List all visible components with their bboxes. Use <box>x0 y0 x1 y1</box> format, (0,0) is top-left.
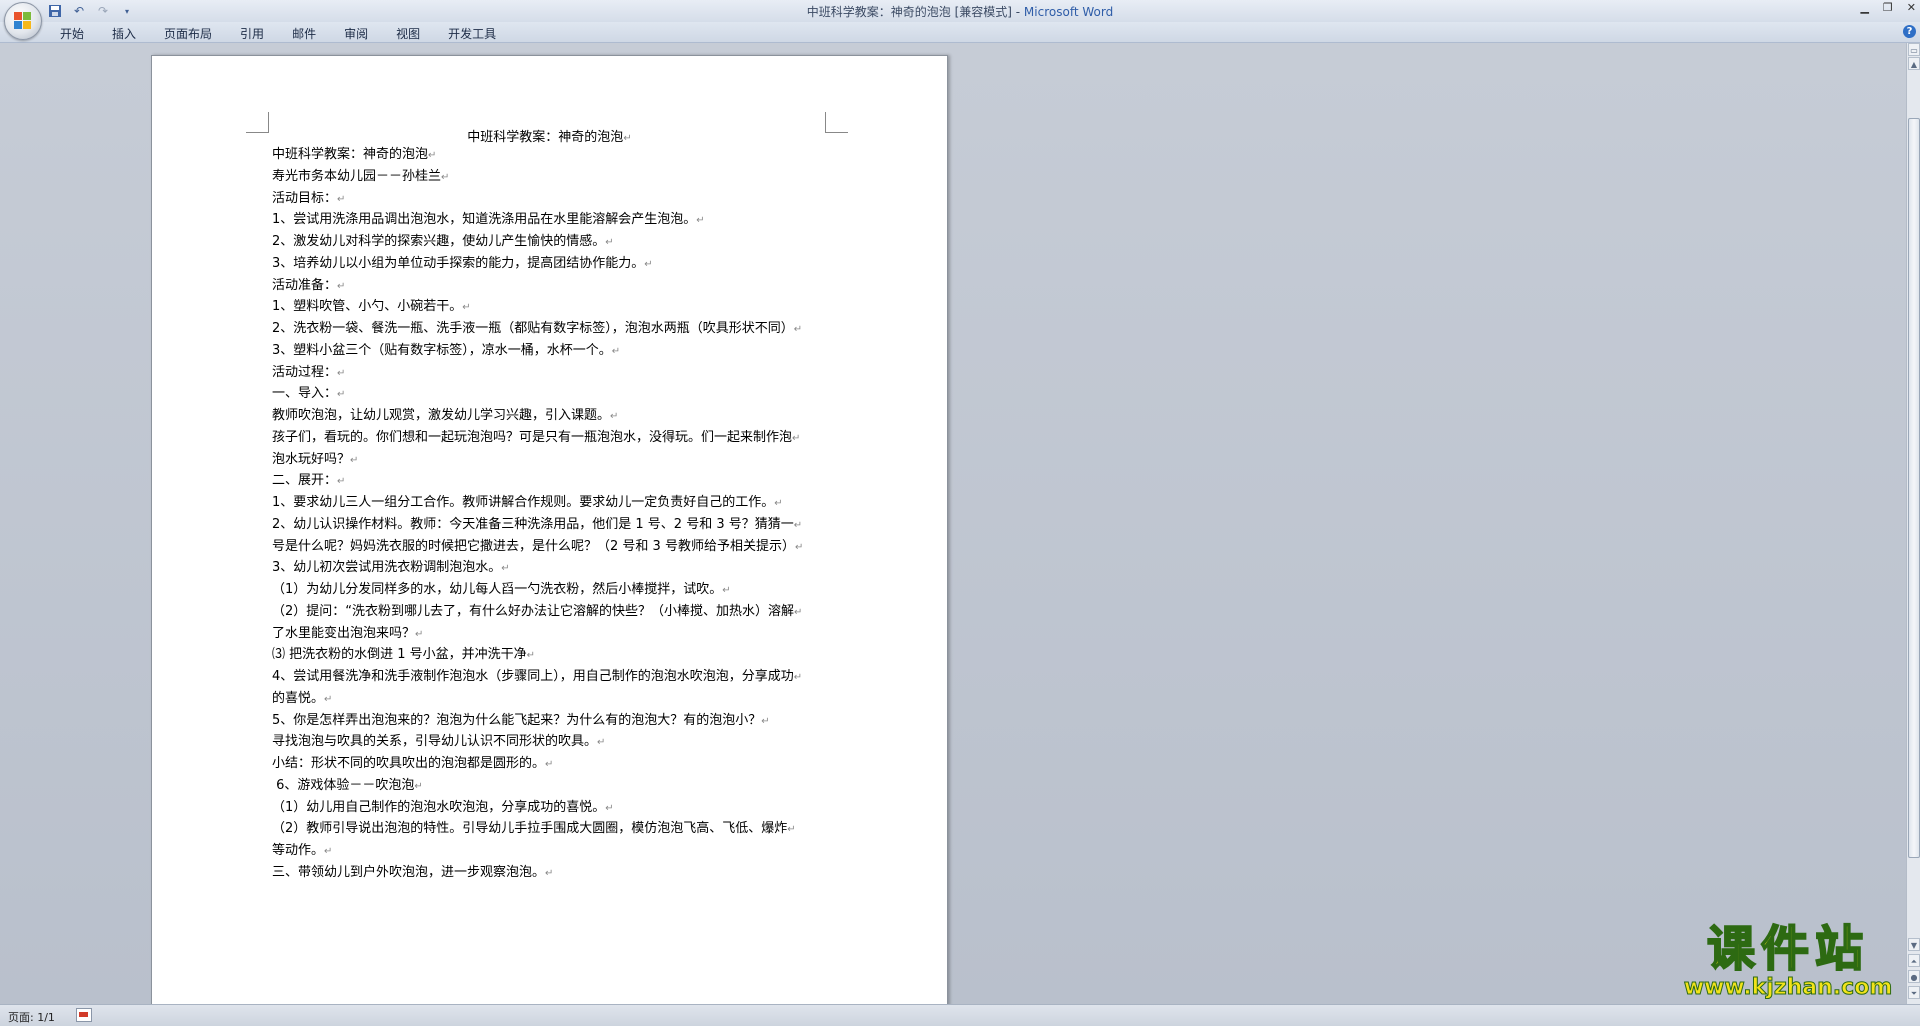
status-bar: 页面: 1/1 <box>0 1004 1920 1026</box>
document-line: 三、带领幼儿到户外吹泡泡，进一步观察泡泡。↵ <box>272 864 554 880</box>
close-icon[interactable]: ✕ <box>1907 1 1916 14</box>
ribbon-tab-bar: 开始 插入 页面布局 引用 邮件 审阅 视图 开发工具 ? <box>0 22 1920 43</box>
document-line: 活动目标：↵ <box>272 190 346 206</box>
scroll-thumb[interactable] <box>1908 118 1920 858</box>
document-line: 等动作。↵ <box>272 843 333 858</box>
tab-insert[interactable]: 插入 <box>98 24 150 43</box>
document-line: 5、你是怎样弄出泡泡来的？泡泡为什么能飞起来？为什么有的泡泡大？有的泡泡小？↵ <box>272 712 770 728</box>
document-line: （1）为幼儿分发同样多的水，幼儿每人舀一勺洗衣粉，然后小棒搅拌，试吹。↵ <box>272 582 731 597</box>
document-line: 号是什么呢？妈妈洗衣服的时候把它撒进去，是什么呢？（2 号和 3 号教师给予相关… <box>272 538 804 554</box>
window-controls: ▁ ❐ ✕ <box>1860 1 1916 14</box>
document-line: 3、塑料小盆三个（贴有数字标签），凉水一桶，水杯一个。↵ <box>272 342 621 358</box>
document-line: 1、尝试用洗涤用品调出泡泡水，知道洗涤用品在水里能溶解会产生泡泡。↵ <box>272 212 705 228</box>
tab-mailings[interactable]: 邮件 <box>278 24 330 43</box>
watermark-url: www.kjzhan.com <box>1683 975 1893 1001</box>
restore-icon[interactable]: ❐ <box>1883 1 1893 14</box>
document-page[interactable]: 中班科学教案：神奇的泡泡↵ 中班科学教案：神奇的泡泡↵ 寿光市务本幼儿园－－孙桂兰… <box>151 55 948 1006</box>
document-line: 1、要求幼儿三人一组分工合作。教师讲解合作规则。要求幼儿一定负责好自己的工作。↵ <box>272 495 783 510</box>
document-line: （1）幼儿用自己制作的泡泡水吹泡泡，分享成功的喜悦。↵ <box>272 799 614 815</box>
document-line: 活动过程：↵ <box>272 364 346 380</box>
title-bar: ↶ ↷ ▾ 中班科学教案：神奇的泡泡 [兼容模式] - Microsoft Wo… <box>0 0 1920 40</box>
document-line: 的喜悦。↵ <box>272 690 333 706</box>
document-title: 中班科学教案：神奇的泡泡↵ <box>467 130 632 145</box>
watermark-logo: 课件站 <box>1706 921 1869 977</box>
document-line: 2、激发幼儿对科学的探索兴趣，使幼儿产生愉快的情感。↵ <box>272 234 614 249</box>
help-icon[interactable]: ? <box>1903 25 1916 38</box>
scroll-down-icon[interactable]: ▼ <box>1908 938 1920 951</box>
document-line: 孩子们，看玩的。你们想和一起玩泡泡吗？可是只有一瓶泡泡水，没得玩。们一起来制作泡… <box>272 429 801 445</box>
window-title: 中班科学教案：神奇的泡泡 [兼容模式] - Microsoft Word <box>0 3 1920 20</box>
previous-page-icon[interactable]: ⏶ <box>1908 954 1920 967</box>
ribbon-tabs: 开始 插入 页面布局 引用 邮件 审阅 视图 开发工具 <box>48 24 510 43</box>
page-count[interactable]: 页面: 1/1 <box>8 1009 55 1025</box>
document-line: ⑶ 把洗衣粉的水倒进 1 号小盆，并冲洗干净↵ <box>272 647 536 663</box>
document-line: 寿光市务本幼儿园－－孙桂兰↵ <box>272 168 450 184</box>
language-status-icon[interactable] <box>76 1008 92 1022</box>
ruler-toggle-icon[interactable]: ▭ <box>1908 43 1920 56</box>
document-line: 一、导入：↵ <box>272 386 346 402</box>
office-logo-icon <box>14 12 32 30</box>
document-line: 寻找泡泡与吹具的关系，引导幼儿认识不同形状的吹具。↵ <box>272 734 606 750</box>
document-line: 二、展开：↵ <box>272 473 346 489</box>
kjzhan-watermark: 课件站 www.kjzhan.com <box>1668 921 1908 1005</box>
document-line: 了水里能变出泡泡来吗？↵ <box>272 625 424 641</box>
document-line: 3、幼儿初次尝试用洗衣粉调制泡泡水。↵ <box>272 560 510 576</box>
document-line: （2）教师引导说出泡泡的特性。引导幼儿手拉手围成大圆圈，模仿泡泡飞高、飞低、爆炸… <box>272 821 796 837</box>
tab-view[interactable]: 视图 <box>382 24 434 43</box>
document-name: 中班科学教案：神奇的泡泡 [兼容模式] - <box>806 5 1024 19</box>
document-line: 中班科学教案：神奇的泡泡↵ <box>272 147 437 162</box>
document-line: 泡水玩好吗？↵ <box>272 451 359 467</box>
tab-references[interactable]: 引用 <box>226 24 278 43</box>
document-area: 中班科学教案：神奇的泡泡↵ 中班科学教案：神奇的泡泡↵ 寿光市务本幼儿园－－孙桂兰… <box>0 43 1906 1006</box>
next-page-icon[interactable]: ⏷ <box>1908 986 1920 999</box>
document-line: 2、幼儿认识操作材料。教师：今天准备三种洗涤用品，他们是 1 号、2 号和 3 … <box>272 516 803 532</box>
app-name: Microsoft Word <box>1023 5 1114 19</box>
document-line: （2）提问：“洗衣粉到哪儿去了，有什么好办法让它溶解的快些？（小棒搅、加热水）溶… <box>272 603 803 619</box>
browse-object-icon[interactable]: ● <box>1908 970 1920 983</box>
office-button[interactable] <box>4 2 42 40</box>
document-line: 2、洗衣粉一袋、餐洗一瓶、洗手液一瓶（都贴有数字标签），泡泡水两瓶（吹具形状不同… <box>272 321 803 336</box>
vertical-scrollbar[interactable]: ▭ ▲ ▼ ⏶ ● ⏷ <box>1906 43 1920 1004</box>
minimize-icon[interactable]: ▁ <box>1860 1 1868 14</box>
document-line: 小结：形状不同的吹具吹出的泡泡都是圆形的。↵ <box>272 756 554 771</box>
tab-home[interactable]: 开始 <box>48 24 98 43</box>
document-line: 活动准备：↵ <box>272 277 346 293</box>
document-line: 1、塑料吹管、小勺、小碗若干。↵ <box>272 299 471 315</box>
tab-review[interactable]: 审阅 <box>330 24 382 43</box>
document-line: 6、游戏体验－－吹泡泡↵ <box>272 777 423 793</box>
tab-page-layout[interactable]: 页面布局 <box>150 24 226 43</box>
document-line: 3、培养幼儿以小组为单位动手探索的能力，提高团结协作能力。↵ <box>272 255 653 271</box>
document-line: 4、尝试用餐洗净和洗手液制作泡泡水（步骤同上），用自己制作的泡泡水吹泡泡，分享成… <box>272 669 803 684</box>
scroll-up-icon[interactable]: ▲ <box>1908 57 1920 70</box>
document-body[interactable]: 中班科学教案：神奇的泡泡↵ 寿光市务本幼儿园－－孙桂兰↵ 活动目标：↵ 1、尝试用洗涤… <box>272 145 832 885</box>
document-line: 教师吹泡泡，让幼儿观赏，激发幼儿学习兴趣，引入课题。↵ <box>272 408 619 423</box>
tab-developer[interactable]: 开发工具 <box>434 24 510 43</box>
